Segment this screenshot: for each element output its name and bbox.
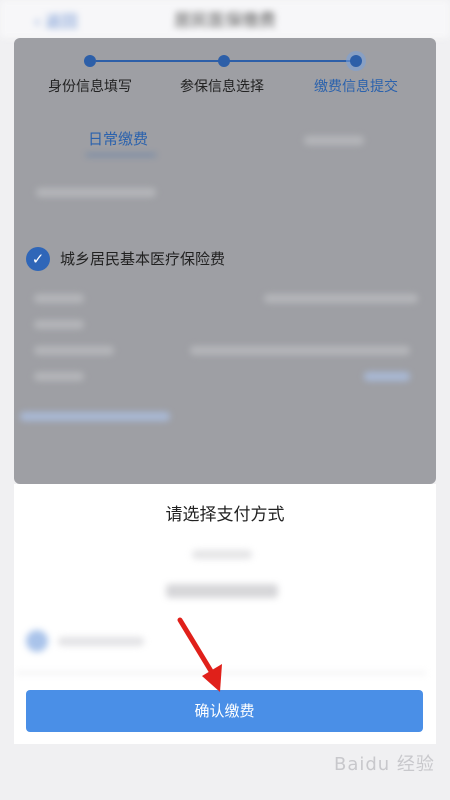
baidu-watermark: Baidu 经验 [334,754,435,775]
red-arrow-annotation [177,617,222,692]
arrow-shaft [177,617,217,679]
